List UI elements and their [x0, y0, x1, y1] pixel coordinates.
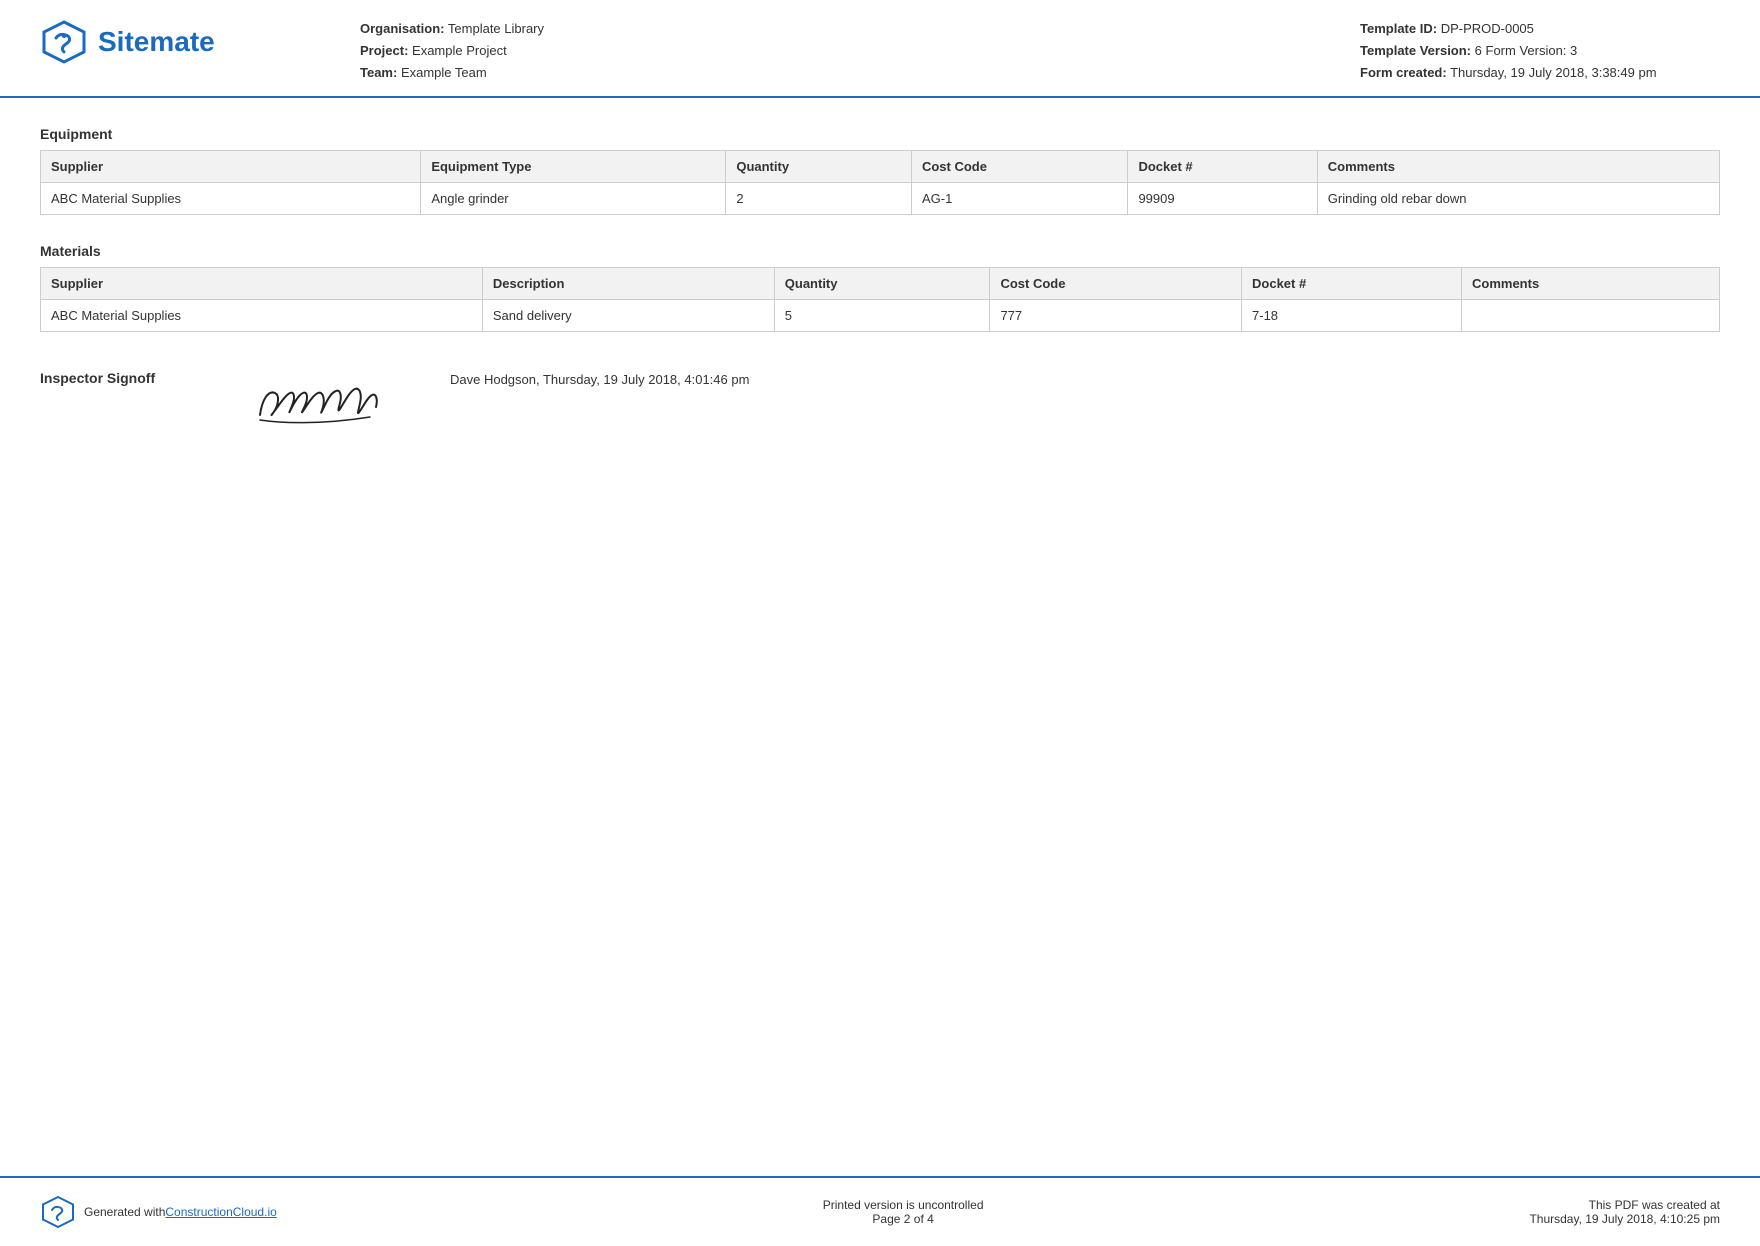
footer-center: Printed version is uncontrolled Page 2 o… [823, 1198, 984, 1226]
template-version-label: Template Version: [1360, 43, 1471, 58]
materials-col-supplier: Supplier [41, 268, 483, 300]
signoff-info: Dave Hodgson, Thursday, 19 July 2018, 4:… [420, 360, 749, 387]
footer-pdf-created-label: This PDF was created at [1529, 1198, 1720, 1212]
org-row: Organisation: Template Library [360, 18, 1360, 40]
signature-svg [240, 365, 400, 435]
team-label: Team: [360, 65, 397, 80]
equipment-cell-type: Angle grinder [421, 183, 726, 215]
form-created-label: Form created: [1360, 65, 1447, 80]
materials-col-cost: Cost Code [990, 268, 1242, 300]
form-version-value: 3 [1570, 43, 1577, 58]
equipment-table-row: ABC Material Supplies Angle grinder 2 AG… [41, 183, 1720, 215]
template-id-value: DP-PROD-0005 [1441, 21, 1534, 36]
signoff-signature [220, 360, 420, 440]
equipment-cell-cost: AG-1 [911, 183, 1128, 215]
footer: Generated with ConstructionCloud.io Prin… [0, 1176, 1760, 1246]
footer-uncontrolled: Printed version is uncontrolled [823, 1198, 984, 1212]
equipment-cell-qty: 2 [726, 183, 912, 215]
template-id-label: Template ID: [1360, 21, 1437, 36]
logo-text: Sitemate [98, 26, 215, 58]
header-right: Template ID: DP-PROD-0005 Template Versi… [1360, 18, 1720, 84]
equipment-col-comments: Comments [1317, 151, 1719, 183]
materials-cell-qty: 5 [774, 300, 990, 332]
equipment-col-type: Equipment Type [421, 151, 726, 183]
equipment-cell-docket: 99909 [1128, 183, 1317, 215]
equipment-cell-comments: Grinding old rebar down [1317, 183, 1719, 215]
form-version-label: Form Version: [1486, 43, 1567, 58]
sitemate-logo-icon [40, 18, 88, 66]
template-version-row: Template Version: 6 Form Version: 3 [1360, 40, 1720, 62]
logo-area: Sitemate [40, 18, 300, 66]
equipment-header-row: Supplier Equipment Type Quantity Cost Co… [41, 151, 1720, 183]
footer-generated-text: Generated with [84, 1205, 165, 1219]
materials-table: Supplier Description Quantity Cost Code … [40, 267, 1720, 332]
form-created-row: Form created: Thursday, 19 July 2018, 3:… [1360, 62, 1720, 84]
team-row: Team: Example Team [360, 62, 1360, 84]
equipment-table: Supplier Equipment Type Quantity Cost Co… [40, 150, 1720, 215]
header: Sitemate Organisation: Template Library … [0, 0, 1760, 98]
materials-cell-description: Sand delivery [482, 300, 774, 332]
materials-col-comments: Comments [1462, 268, 1720, 300]
materials-cell-docket: 7-18 [1242, 300, 1462, 332]
materials-header-row: Supplier Description Quantity Cost Code … [41, 268, 1720, 300]
materials-cell-cost: 777 [990, 300, 1242, 332]
equipment-cell-supplier: ABC Material Supplies [41, 183, 421, 215]
signoff-label: Inspector Signoff [40, 360, 220, 386]
equipment-col-docket: Docket # [1128, 151, 1317, 183]
header-meta: Organisation: Template Library Project: … [300, 18, 1360, 84]
org-value: Template Library [448, 21, 544, 36]
footer-logo-icon [40, 1194, 76, 1230]
materials-cell-comments [1462, 300, 1720, 332]
footer-right: This PDF was created at Thursday, 19 Jul… [1529, 1198, 1720, 1226]
materials-table-row: ABC Material Supplies Sand delivery 5 77… [41, 300, 1720, 332]
footer-page-of: Page 2 of 4 [823, 1212, 984, 1226]
main-content: Equipment Supplier Equipment Type Quanti… [0, 98, 1760, 1176]
footer-link[interactable]: ConstructionCloud.io [165, 1205, 276, 1219]
equipment-section-title: Equipment [40, 126, 1720, 142]
project-row: Project: Example Project [360, 40, 1360, 62]
materials-section-title: Materials [40, 243, 1720, 259]
signoff-section: Inspector Signoff Dave Hodgson, Thursday… [40, 360, 1720, 440]
materials-col-docket: Docket # [1242, 268, 1462, 300]
equipment-col-qty: Quantity [726, 151, 912, 183]
footer-left: Generated with ConstructionCloud.io [40, 1194, 277, 1230]
page: Sitemate Organisation: Template Library … [0, 0, 1760, 1246]
project-label: Project: [360, 43, 408, 58]
materials-col-description: Description [482, 268, 774, 300]
template-id-row: Template ID: DP-PROD-0005 [1360, 18, 1720, 40]
equipment-col-supplier: Supplier [41, 151, 421, 183]
materials-cell-supplier: ABC Material Supplies [41, 300, 483, 332]
footer-pdf-created-date: Thursday, 19 July 2018, 4:10:25 pm [1529, 1212, 1720, 1226]
equipment-col-cost: Cost Code [911, 151, 1128, 183]
team-value: Example Team [401, 65, 487, 80]
org-label: Organisation: [360, 21, 445, 36]
template-version-value: 6 [1475, 43, 1482, 58]
project-value: Example Project [412, 43, 507, 58]
materials-col-qty: Quantity [774, 268, 990, 300]
form-created-value: Thursday, 19 July 2018, 3:38:49 pm [1450, 65, 1656, 80]
